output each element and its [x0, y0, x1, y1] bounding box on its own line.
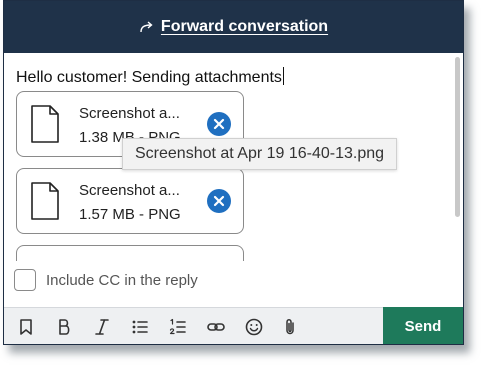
cc-option[interactable]: Include CC in the reply: [14, 269, 198, 291]
remove-attachment-button[interactable]: [207, 189, 231, 213]
italic-button[interactable]: [90, 315, 114, 339]
attachment-name: Screenshot a...: [79, 105, 180, 122]
message-text[interactable]: Hello customer! Sending attachments: [16, 67, 284, 87]
file-icon: [31, 182, 59, 220]
attachment-card[interactable]: Screenshot a... 1.57 MB - PNG: [16, 168, 244, 234]
remove-attachment-button[interactable]: [207, 112, 231, 136]
close-icon: [213, 195, 225, 207]
attachment-meta: 1.57 MB - PNG: [79, 206, 181, 223]
paperclip-icon: [286, 319, 294, 335]
panel-header: Forward conversation: [4, 1, 463, 53]
cc-label: Include CC in the reply: [46, 271, 198, 289]
file-icon: [31, 105, 59, 143]
link-button[interactable]: [204, 315, 228, 339]
link-icon: [207, 323, 225, 331]
bullet-list-icon: [132, 320, 148, 334]
text-caret: [282, 67, 284, 85]
forward-conversation-link[interactable]: Forward conversation: [161, 18, 328, 36]
cc-checkbox[interactable]: [14, 269, 36, 291]
emoji-icon: [245, 318, 263, 336]
attach-file-button[interactable]: [278, 315, 302, 339]
numbered-list-icon: [169, 318, 186, 335]
bookmark-icon: [20, 319, 32, 335]
attachment-tooltip: Screenshot at Apr 19 16-40-13.png: [122, 138, 398, 170]
attachment-card-partial[interactable]: [16, 245, 244, 261]
bold-icon: [59, 319, 70, 335]
bookmark-button[interactable]: [14, 315, 38, 339]
close-icon: [213, 118, 225, 130]
bullet-list-button[interactable]: [128, 315, 152, 339]
forward-arrow-icon: [140, 21, 153, 33]
italic-icon: [95, 319, 109, 335]
bold-button[interactable]: [52, 315, 76, 339]
numbered-list-button[interactable]: [166, 315, 190, 339]
attachment-name: Screenshot a...: [79, 182, 180, 199]
composer-scrollbar[interactable]: [455, 57, 460, 217]
forward-conversation-panel: Forward conversation Hello customer! Sen…: [3, 0, 464, 345]
send-button[interactable]: Send: [383, 307, 463, 344]
emoji-button[interactable]: [242, 315, 266, 339]
